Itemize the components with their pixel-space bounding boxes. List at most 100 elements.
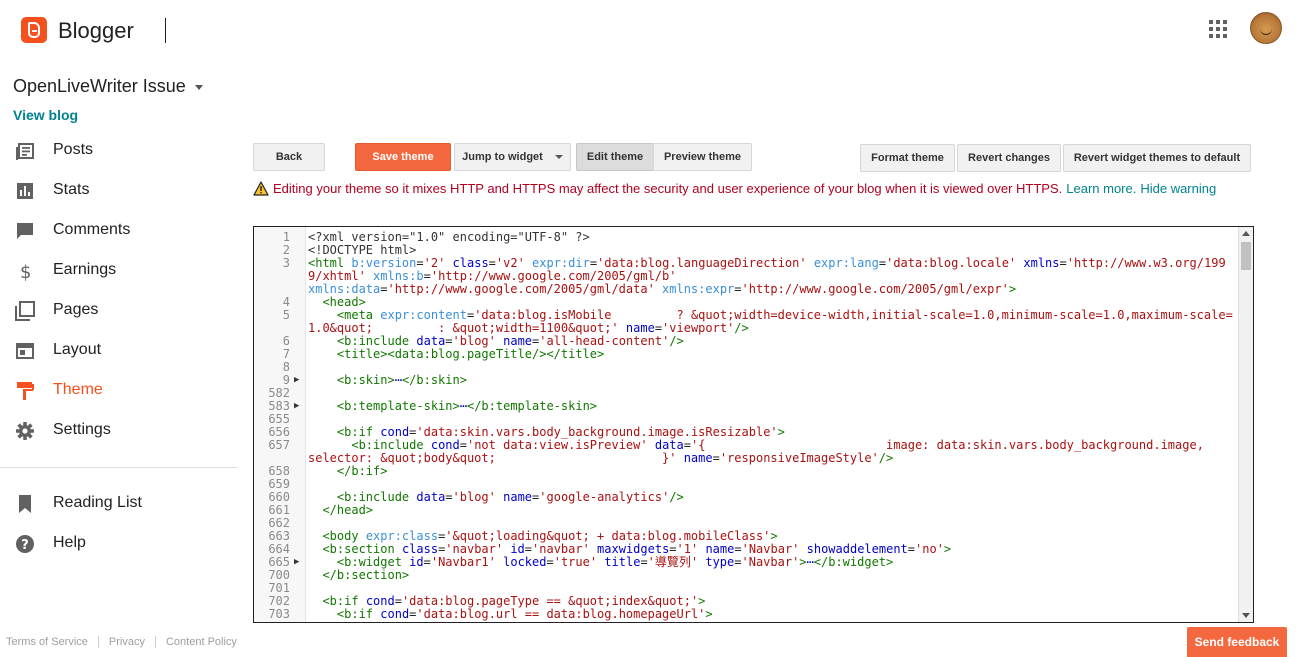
code-line[interactable]: 9 ▶ <b:skin>⋯</b:skin> (254, 374, 1239, 387)
fold-arrow-icon[interactable]: ▶ (292, 374, 306, 387)
code-line[interactable]: 3 <html b:version='2' class='v2' expr:dir… (254, 257, 1239, 296)
pages-icon (15, 301, 35, 321)
sidebar-nav-secondary: Reading List ? Help (0, 484, 237, 564)
line-number: 703 (268, 607, 290, 621)
format-theme-button[interactable]: Format theme (860, 144, 955, 172)
line-number: 657 (268, 438, 290, 452)
code-line[interactable]: 661 </head> (254, 504, 1239, 517)
code-area[interactable]: 1 <?xml version="1.0" encoding="UTF-8" ?>… (254, 231, 1239, 621)
sidebar-item-label: Settings (53, 421, 111, 438)
brand-name[interactable]: Blogger (58, 18, 134, 44)
sidebar-item-label: Posts (53, 141, 94, 158)
scroll-down-arrow-icon[interactable] (1242, 613, 1250, 618)
code-text: <b:include data='blog' name='google-anal… (336, 490, 684, 504)
chevron-down-icon (554, 155, 563, 159)
sidebar-item-label: Reading List (53, 494, 142, 511)
sidebar-item-stats[interactable]: Stats (0, 171, 237, 211)
sidebar-item-earnings[interactable]: $ Earnings (0, 251, 237, 291)
sidebar-item-settings[interactable]: Settings (0, 411, 237, 451)
code-line[interactable]: 700 </b:section> (254, 569, 1239, 582)
sidebar-item-label: Layout (53, 341, 102, 358)
code-line[interactable]: 5 <meta expr:content='data:blog.isMobile… (254, 309, 1239, 335)
code-line[interactable]: 657 <b:include cond='not data:view.isPre… (254, 439, 1239, 465)
view-blog-link[interactable]: View blog (13, 107, 78, 123)
bookmark-icon (19, 495, 31, 513)
code-line[interactable]: 583 ▶ <b:template-skin>⋯</b:template-skin… (254, 400, 1239, 413)
jump-to-widget-dropdown[interactable]: Jump to widget (454, 143, 571, 171)
code-text: <b:if cond='data:blog.url == data:blog.h… (336, 607, 713, 621)
footer-divider (97, 636, 99, 648)
svg-text:?: ? (21, 538, 29, 553)
warning-icon (253, 181, 269, 196)
sidebar-item-comments[interactable]: Comments (0, 211, 237, 251)
apps-grid-icon[interactable] (1209, 20, 1227, 38)
content-policy-link[interactable]: Content Policy (166, 636, 237, 648)
save-theme-button[interactable]: Save theme (355, 143, 451, 171)
send-feedback-button[interactable]: Send feedback (1187, 627, 1287, 657)
help-icon: ? (16, 535, 34, 553)
sidebar-item-label: Help (53, 534, 86, 551)
theme-code-editor[interactable]: 1 <?xml version="1.0" encoding="UTF-8" ?>… (253, 226, 1254, 623)
sidebar-item-theme[interactable]: Theme (0, 371, 237, 411)
code-text: <?xml version="1.0" encoding="UTF-8" ?> (308, 230, 590, 244)
fold-arrow-icon[interactable]: ▶ (292, 400, 306, 413)
blogger-logo-icon[interactable] (21, 17, 47, 43)
comments-icon (17, 223, 33, 239)
blog-name: OpenLiveWriter Issue (13, 76, 186, 96)
code-text: <b:skin>⋯</b:skin> (336, 373, 467, 387)
sidebar-item-pages[interactable]: Pages (0, 291, 237, 331)
posts-icon (16, 143, 34, 160)
stats-icon (17, 183, 33, 199)
edit-theme-button[interactable]: Edit theme (576, 143, 654, 171)
sidebar-item-label: Stats (53, 181, 90, 198)
revert-changes-button[interactable]: Revert changes (957, 144, 1061, 172)
code-line[interactable]: 660 <b:include data='blog' name='google-… (254, 491, 1239, 504)
learn-more-link[interactable]: Learn more. (1066, 181, 1136, 196)
warning-text: Editing your theme so it mixes HTTP and … (273, 181, 1063, 196)
scroll-up-arrow-icon[interactable] (1242, 231, 1250, 236)
sidebar-item-reading-list[interactable]: Reading List (0, 484, 237, 524)
line-number: 5 (282, 308, 290, 322)
layout-icon (16, 343, 34, 359)
code-line[interactable]: 7 <title><data:blog.pageTitle/></title> (254, 348, 1239, 361)
code-line[interactable]: 658 </b:if> (254, 465, 1239, 478)
avatar[interactable] (1250, 12, 1282, 44)
code-text: </b:section> (322, 568, 410, 582)
fold-arrow-icon[interactable]: ▶ (292, 556, 306, 569)
footer-links: Terms of Service Privacy Content Policy (6, 636, 247, 648)
code-text: <b:include cond='not data:view.isPreview… (308, 438, 1204, 465)
svg-text:$: $ (20, 262, 31, 281)
editor-scrollbar[interactable] (1238, 227, 1253, 622)
sidebar-divider (0, 467, 237, 468)
revert-widget-themes-button[interactable]: Revert widget themes to default (1063, 144, 1251, 172)
https-warning: Editing your theme so it mixes HTTP and … (253, 181, 1216, 196)
sidebar-item-layout[interactable]: Layout (0, 331, 237, 371)
back-button[interactable]: Back (253, 143, 325, 171)
hide-warning-link[interactable]: Hide warning (1140, 181, 1216, 196)
sidebar-item-label: Pages (53, 301, 99, 318)
code-text: <html b:version='2' class='v2' expr:dir=… (308, 256, 1226, 296)
code-text: <b:widget id='Navbar1' locked='true' tit… (336, 555, 894, 569)
code-text: </head> (322, 503, 374, 517)
terms-link[interactable]: Terms of Service (6, 636, 88, 648)
code-line[interactable]: 703 <b:if cond='data:blog.url == data:bl… (254, 608, 1239, 621)
preview-theme-button[interactable]: Preview theme (653, 143, 752, 171)
privacy-link[interactable]: Privacy (109, 636, 145, 648)
scroll-thumb[interactable] (1241, 242, 1251, 270)
blog-selector[interactable]: OpenLiveWriter Issue (13, 76, 203, 97)
sidebar-item-posts[interactable]: Posts (0, 131, 237, 171)
sidebar-item-help[interactable]: ? Help (0, 524, 237, 564)
chevron-down-icon (194, 84, 203, 90)
